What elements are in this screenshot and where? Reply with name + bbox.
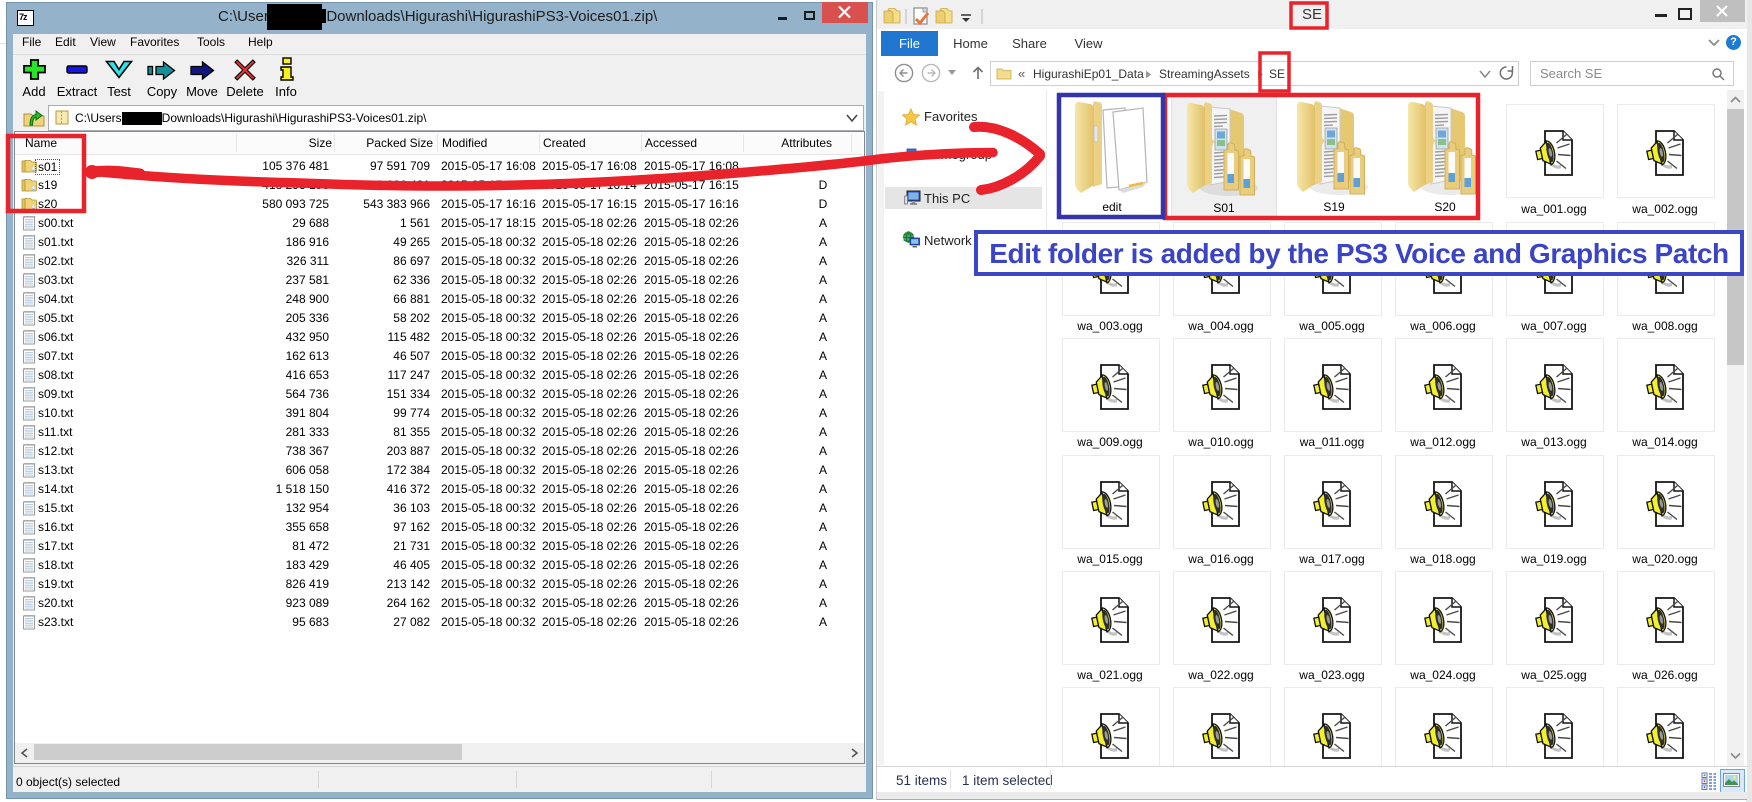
svg-text:Edit folder is added by the PS: Edit folder is added by the PS3 Voice an… <box>989 238 1729 269</box>
